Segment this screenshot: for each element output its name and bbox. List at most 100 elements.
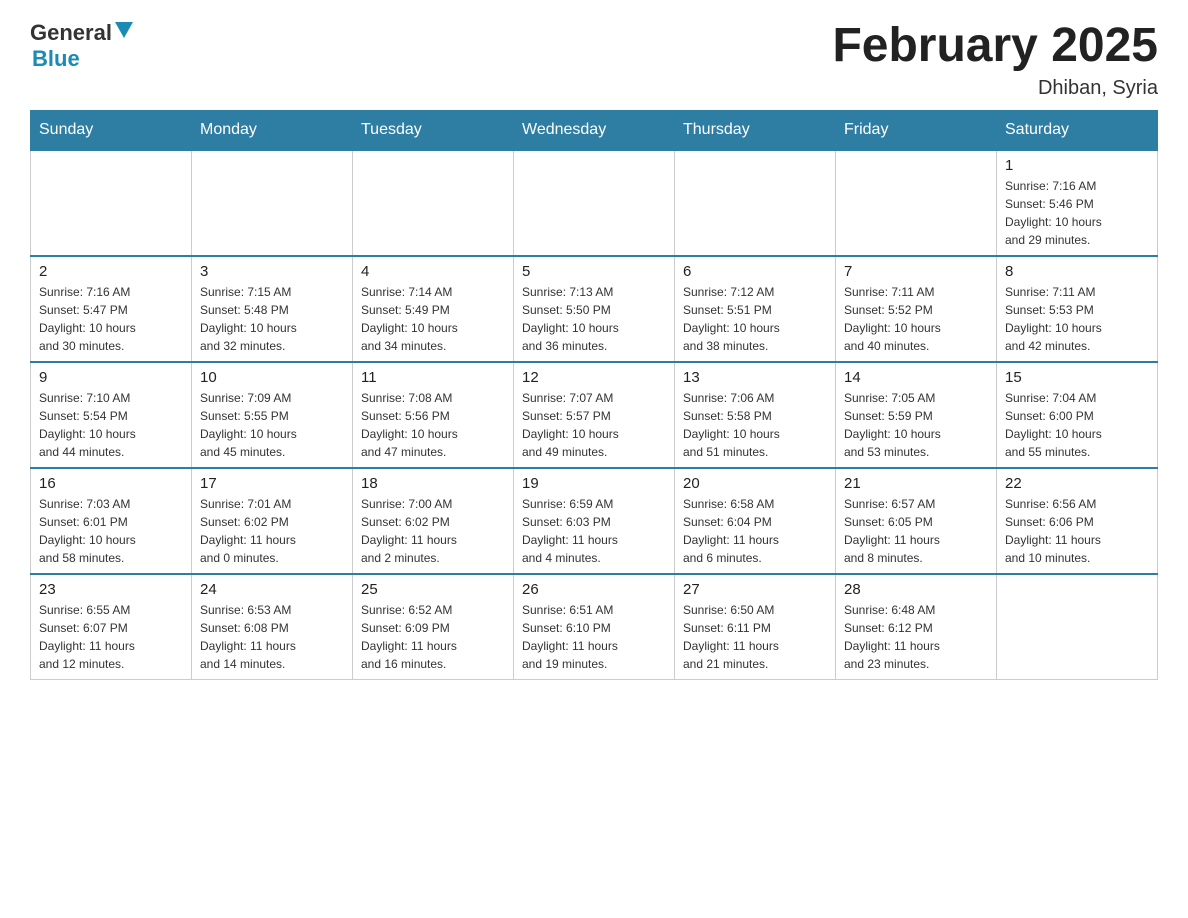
day-number: 3 [200, 263, 344, 280]
weekday-header-saturday: Saturday [997, 110, 1158, 150]
calendar-cell: 24 Sunrise: 6:53 AM Sunset: 6:08 PM Dayli… [192, 574, 353, 680]
calendar-week-row: 9 Sunrise: 7:10 AM Sunset: 5:54 PM Daylig… [31, 362, 1158, 468]
day-info: Sunrise: 7:16 AM Sunset: 5:47 PM Dayligh… [39, 283, 183, 355]
day-number: 17 [200, 475, 344, 492]
weekday-header-sunday: Sunday [31, 110, 192, 150]
day-info: Sunrise: 6:57 AM Sunset: 6:05 PM Dayligh… [844, 495, 988, 567]
location-label: Dhiban, Syria [832, 77, 1158, 100]
day-number: 24 [200, 581, 344, 598]
calendar-cell [836, 150, 997, 256]
day-info: Sunrise: 6:52 AM Sunset: 6:09 PM Dayligh… [361, 601, 505, 673]
calendar-cell: 12 Sunrise: 7:07 AM Sunset: 5:57 PM Dayli… [514, 362, 675, 468]
weekday-header-tuesday: Tuesday [353, 110, 514, 150]
calendar-cell: 7Sunrise: 7:11 AM Sunset: 5:52 PM Daylig… [836, 256, 997, 362]
calendar-cell: 4 Sunrise: 7:14 AM Sunset: 5:49 PM Daylig… [353, 256, 514, 362]
day-number: 10 [200, 369, 344, 386]
calendar-cell: 20Sunrise: 6:58 AM Sunset: 6:04 PM Dayli… [675, 468, 836, 574]
day-number: 12 [522, 369, 666, 386]
day-number: 11 [361, 369, 505, 386]
calendar-table: SundayMondayTuesdayWednesdayThursdayFrid… [30, 110, 1158, 680]
day-info: Sunrise: 7:06 AM Sunset: 5:58 PM Dayligh… [683, 389, 827, 461]
day-info: Sunrise: 7:15 AM Sunset: 5:48 PM Dayligh… [200, 283, 344, 355]
day-info: Sunrise: 7:09 AM Sunset: 5:55 PM Dayligh… [200, 389, 344, 461]
calendar-cell: 19 Sunrise: 6:59 AM Sunset: 6:03 PM Dayli… [514, 468, 675, 574]
day-number: 5 [522, 263, 666, 280]
day-info: Sunrise: 7:01 AM Sunset: 6:02 PM Dayligh… [200, 495, 344, 567]
day-number: 4 [361, 263, 505, 280]
day-number: 13 [683, 369, 827, 386]
day-info: Sunrise: 7:14 AM Sunset: 5:49 PM Dayligh… [361, 283, 505, 355]
calendar-cell: 16 Sunrise: 7:03 AM Sunset: 6:01 PM Dayli… [31, 468, 192, 574]
day-info: Sunrise: 7:10 AM Sunset: 5:54 PM Dayligh… [39, 389, 183, 461]
day-number: 22 [1005, 475, 1149, 492]
calendar-cell: 28 Sunrise: 6:48 AM Sunset: 6:12 PM Dayli… [836, 574, 997, 680]
calendar-cell [997, 574, 1158, 680]
logo: General Blue [30, 20, 133, 72]
day-number: 28 [844, 581, 988, 598]
calendar-cell: 10 Sunrise: 7:09 AM Sunset: 5:55 PM Dayli… [192, 362, 353, 468]
day-number: 6 [683, 263, 827, 280]
day-info: Sunrise: 7:04 AM Sunset: 6:00 PM Dayligh… [1005, 389, 1149, 461]
calendar-cell: 3 Sunrise: 7:15 AM Sunset: 5:48 PM Daylig… [192, 256, 353, 362]
calendar-cell [675, 150, 836, 256]
calendar-cell: 27Sunrise: 6:50 AM Sunset: 6:11 PM Dayli… [675, 574, 836, 680]
calendar-cell: 8Sunrise: 7:11 AM Sunset: 5:53 PM Daylig… [997, 256, 1158, 362]
day-info: Sunrise: 6:55 AM Sunset: 6:07 PM Dayligh… [39, 601, 183, 673]
day-number: 21 [844, 475, 988, 492]
day-info: Sunrise: 7:03 AM Sunset: 6:01 PM Dayligh… [39, 495, 183, 567]
calendar-cell: 1 Sunrise: 7:16 AM Sunset: 5:46 PM Daylig… [997, 150, 1158, 256]
calendar-cell: 22 Sunrise: 6:56 AM Sunset: 6:06 PM Dayli… [997, 468, 1158, 574]
day-info: Sunrise: 7:05 AM Sunset: 5:59 PM Dayligh… [844, 389, 988, 461]
logo-general-text: General [30, 20, 112, 46]
weekday-header-friday: Friday [836, 110, 997, 150]
day-number: 18 [361, 475, 505, 492]
calendar-cell: 14 Sunrise: 7:05 AM Sunset: 5:59 PM Dayli… [836, 362, 997, 468]
day-info: Sunrise: 7:13 AM Sunset: 5:50 PM Dayligh… [522, 283, 666, 355]
day-info: Sunrise: 6:51 AM Sunset: 6:10 PM Dayligh… [522, 601, 666, 673]
day-info: Sunrise: 6:48 AM Sunset: 6:12 PM Dayligh… [844, 601, 988, 673]
logo-blue-text: Blue [32, 46, 80, 71]
calendar-cell [514, 150, 675, 256]
calendar-cell [353, 150, 514, 256]
month-title: February 2025 [832, 20, 1158, 73]
day-number: 25 [361, 581, 505, 598]
day-info: Sunrise: 7:16 AM Sunset: 5:46 PM Dayligh… [1005, 177, 1149, 249]
day-number: 1 [1005, 157, 1149, 174]
day-number: 9 [39, 369, 183, 386]
calendar-cell: 6 Sunrise: 7:12 AM Sunset: 5:51 PM Daylig… [675, 256, 836, 362]
title-area: February 2025 Dhiban, Syria [832, 20, 1158, 100]
day-number: 2 [39, 263, 183, 280]
calendar-cell: 15 Sunrise: 7:04 AM Sunset: 6:00 PM Dayli… [997, 362, 1158, 468]
day-info: Sunrise: 6:53 AM Sunset: 6:08 PM Dayligh… [200, 601, 344, 673]
day-info: Sunrise: 7:11 AM Sunset: 5:52 PM Dayligh… [844, 283, 988, 355]
calendar-cell: 11 Sunrise: 7:08 AM Sunset: 5:56 PM Dayli… [353, 362, 514, 468]
calendar-cell [31, 150, 192, 256]
calendar-cell: 21 Sunrise: 6:57 AM Sunset: 6:05 PM Dayli… [836, 468, 997, 574]
calendar-week-row: 1 Sunrise: 7:16 AM Sunset: 5:46 PM Daylig… [31, 150, 1158, 256]
day-number: 27 [683, 581, 827, 598]
logo-triangle-icon [115, 22, 133, 43]
calendar-header-row: SundayMondayTuesdayWednesdayThursdayFrid… [31, 110, 1158, 150]
day-info: Sunrise: 7:08 AM Sunset: 5:56 PM Dayligh… [361, 389, 505, 461]
calendar-cell: 13 Sunrise: 7:06 AM Sunset: 5:58 PM Dayli… [675, 362, 836, 468]
day-info: Sunrise: 6:58 AM Sunset: 6:04 PM Dayligh… [683, 495, 827, 567]
calendar-cell: 25 Sunrise: 6:52 AM Sunset: 6:09 PM Dayli… [353, 574, 514, 680]
calendar-cell: 23Sunrise: 6:55 AM Sunset: 6:07 PM Dayli… [31, 574, 192, 680]
day-info: Sunrise: 7:11 AM Sunset: 5:53 PM Dayligh… [1005, 283, 1149, 355]
day-number: 16 [39, 475, 183, 492]
day-number: 26 [522, 581, 666, 598]
day-info: Sunrise: 7:07 AM Sunset: 5:57 PM Dayligh… [522, 389, 666, 461]
day-number: 19 [522, 475, 666, 492]
page-header: General Blue February 2025 Dhiban, Syria [30, 20, 1158, 100]
day-number: 14 [844, 369, 988, 386]
calendar-week-row: 16 Sunrise: 7:03 AM Sunset: 6:01 PM Dayli… [31, 468, 1158, 574]
day-number: 15 [1005, 369, 1149, 386]
calendar-week-row: 2 Sunrise: 7:16 AM Sunset: 5:47 PM Daylig… [31, 256, 1158, 362]
weekday-header-monday: Monday [192, 110, 353, 150]
calendar-cell [192, 150, 353, 256]
day-info: Sunrise: 6:59 AM Sunset: 6:03 PM Dayligh… [522, 495, 666, 567]
weekday-header-wednesday: Wednesday [514, 110, 675, 150]
day-info: Sunrise: 7:12 AM Sunset: 5:51 PM Dayligh… [683, 283, 827, 355]
day-info: Sunrise: 6:56 AM Sunset: 6:06 PM Dayligh… [1005, 495, 1149, 567]
weekday-header-thursday: Thursday [675, 110, 836, 150]
